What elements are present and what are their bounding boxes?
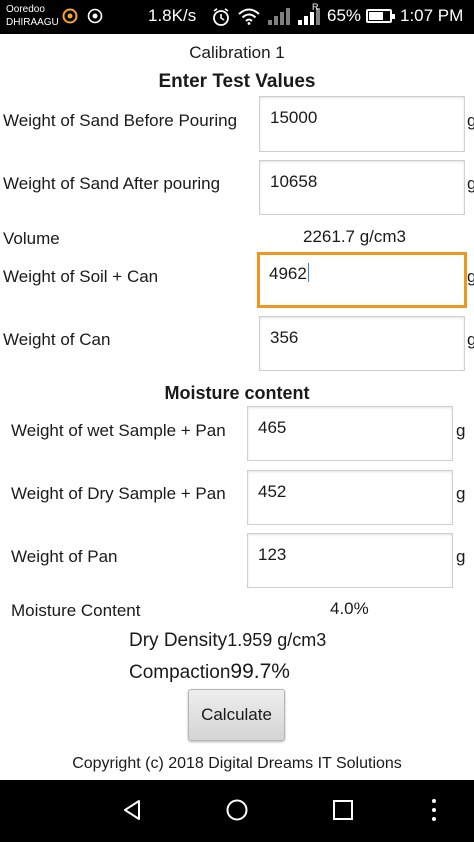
dry-density-label: Dry Density [129,630,228,651]
pan-input[interactable]: 123 [247,533,453,588]
sand-after-label: Weight of Sand After pouring [3,174,221,193]
page-title: Calibration 1 [189,43,285,62]
more-icon[interactable] [428,797,440,823]
calculate-button[interactable]: Calculate [188,689,285,741]
can-unit: g [467,330,474,349]
soil-can-input[interactable]: 4962 [257,252,467,308]
wifi-icon [238,8,260,25]
sand-after-unit: g [467,174,474,193]
carrier-line1: Ooredoo [6,4,45,15]
status-bar: Ooredoo DHIRAAGU 1.8K/s R 65% 1:07 PM [0,0,474,34]
dry-sample-input[interactable]: 452 [247,470,453,525]
section-heading: Enter Test Values [158,71,316,92]
wet-sample-label: Weight of wet Sample + Pan [11,421,226,440]
dry-sample-unit: g [456,484,466,503]
battery-icon [366,9,395,23]
home-icon[interactable] [225,798,249,822]
compaction: Compaction99.7% [129,660,290,684]
navigation-bar [0,780,474,842]
soil-can-unit: g [467,267,474,286]
sand-after-input[interactable]: 10658 [259,160,465,215]
moisture-content-value: 4.0% [330,599,369,618]
text-caret [307,263,310,282]
sand-before-input[interactable]: 15000 [259,96,465,152]
sand-before-label: Weight of Sand Before Pouring [3,111,238,130]
wet-sample-unit: g [456,421,466,440]
signal-icon-1 [268,8,290,25]
copyright-text: Copyright (c) 2018 Digital Dreams IT Sol… [72,755,402,772]
dry-density-value: 1.959 g/cm3 [227,630,327,650]
volume-value: 2261.7 g/cm3 [303,227,407,246]
dry-sample-label: Weight of Dry Sample + Pan [11,484,226,503]
back-icon[interactable] [120,798,144,822]
pan-label: Weight of Pan [11,547,118,566]
compaction-label: Compaction [129,662,231,683]
net-speed: 1.8K/s [148,6,197,25]
carrier-line2: DHIRAAGU [6,17,59,28]
can-input[interactable]: 356 [259,316,465,371]
moisture-heading: Moisture content [164,383,310,403]
soil-can-label: Weight of Soil + Can [3,267,159,286]
can-label: Weight of Can [3,330,111,349]
recents-icon[interactable] [331,798,355,822]
volume-label: Volume [3,229,60,248]
carrier-name: Ooredoo DHIRAAGU [6,3,59,29]
pan-unit: g [456,547,466,566]
wet-sample-input[interactable]: 465 [247,406,453,461]
moisture-content-label: Moisture Content [11,601,141,620]
dry-density: Dry Density1.959 g/cm3 [129,630,326,652]
compaction-value: 99.7% [230,660,290,683]
alarm-icon [213,8,229,26]
carrier-logo-icon [62,8,78,24]
battery-percent: 65% [327,6,362,25]
eye-icon [87,8,103,24]
clock: 1:07 PM [400,6,464,25]
sand-before-unit: g [467,111,474,130]
signal-icon [298,8,320,25]
